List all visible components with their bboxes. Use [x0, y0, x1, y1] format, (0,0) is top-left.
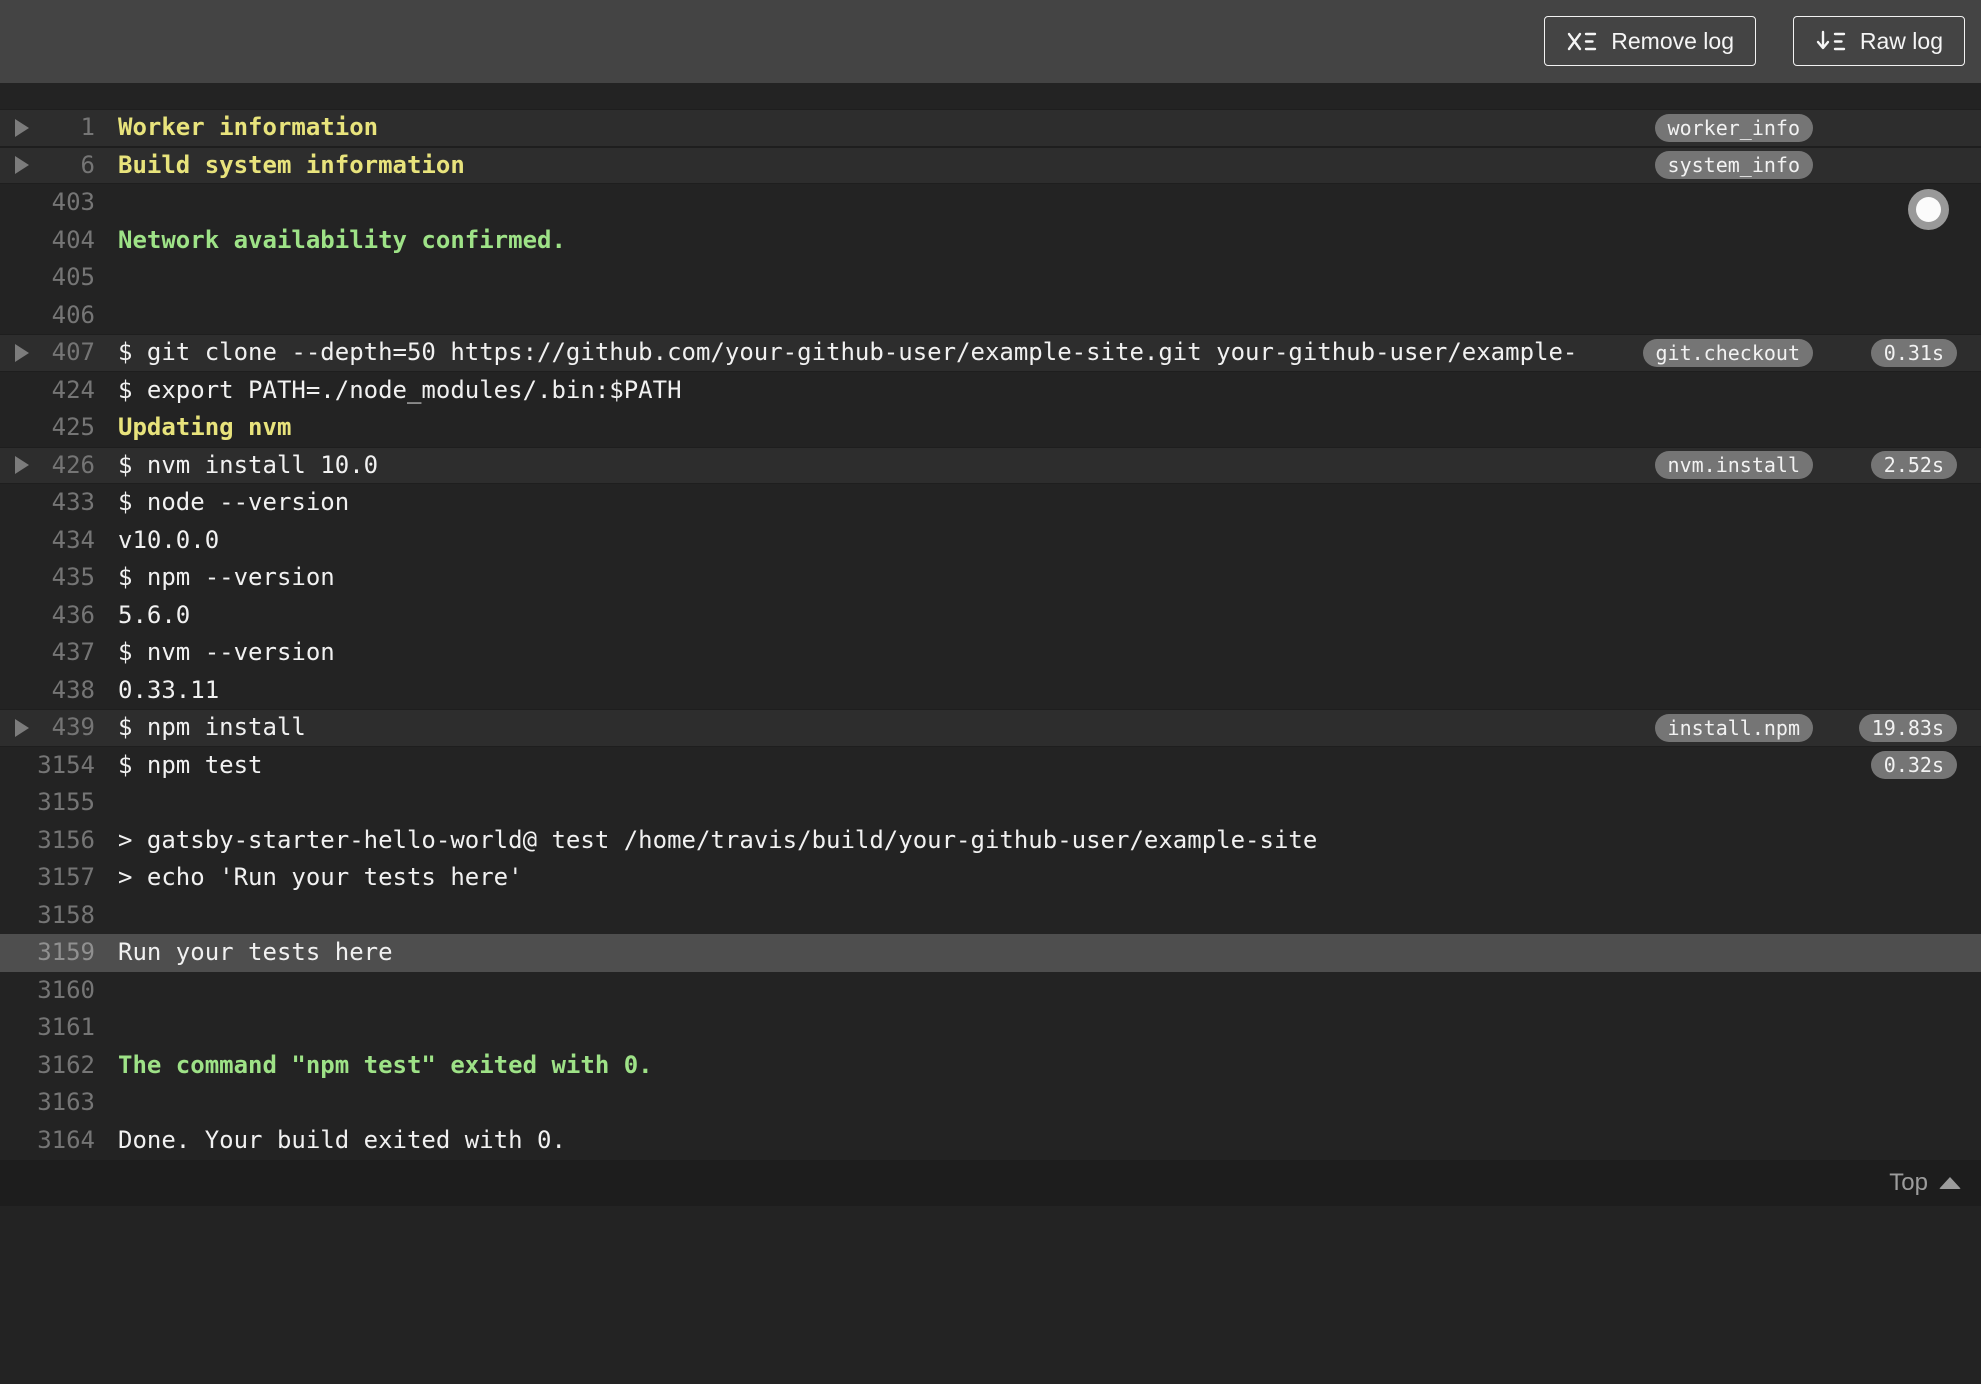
log-row: 3156 > gatsby-starter-hello-world@ test …	[0, 822, 1981, 860]
log-row: 3154 $ npm test 0.32s	[0, 747, 1981, 785]
log-row: 3155	[0, 784, 1981, 822]
line-text: $ npm install	[118, 713, 306, 741]
line-text: $ export PATH=./node_modules/.bin:$PATH	[118, 375, 682, 404]
line-number[interactable]: 3162	[0, 1047, 95, 1085]
line-text: 5.6.0	[118, 600, 191, 629]
log-row: 3158	[0, 897, 1981, 935]
line-text: The command "npm test" exited with 0.	[118, 1050, 653, 1079]
line-number[interactable]: 437	[0, 634, 95, 672]
log-row: 3160	[0, 972, 1981, 1010]
log-row: 3162 The command "npm test" exited with …	[0, 1047, 1981, 1085]
line-text: Worker information	[118, 113, 379, 141]
line-number[interactable]: 3160	[0, 972, 95, 1010]
remove-log-icon	[1566, 29, 1598, 54]
log-row: 439 $ npm install install.npm 19.83s	[0, 709, 1981, 747]
log-row: 3159 Run your tests here	[0, 934, 1981, 972]
line-text: $ git clone --depth=50 https://github.co…	[118, 338, 1578, 366]
duration-badge: 2.52s	[1870, 451, 1957, 480]
line-text: Updating nvm	[118, 413, 292, 441]
build-log: 1 Worker information worker_info 6 Build…	[0, 83, 1981, 1159]
raw-log-icon	[1815, 29, 1847, 54]
scroll-to-top-link[interactable]: Top	[1889, 1169, 1961, 1197]
line-number[interactable]: 424	[0, 372, 95, 410]
remove-log-button[interactable]: Remove log	[1544, 16, 1756, 66]
line-number[interactable]: 404	[0, 222, 95, 260]
line-text: > gatsby-starter-hello-world@ test /home…	[118, 825, 1318, 854]
line-text: Done. Your build exited with 0.	[118, 1125, 566, 1154]
chevron-up-icon	[1939, 1177, 1961, 1189]
line-number[interactable]: 425	[0, 409, 95, 447]
line-text: > echo 'Run your tests here'	[118, 863, 523, 891]
log-row: 1 Worker information worker_info	[0, 109, 1981, 147]
log-row: 3161	[0, 1009, 1981, 1047]
remove-log-label: Remove log	[1611, 27, 1734, 54]
line-number[interactable]: 436	[0, 597, 95, 635]
line-number[interactable]: 3155	[0, 784, 95, 822]
log-row: 6 Build system information system_info	[0, 146, 1981, 185]
line-number[interactable]: 426	[0, 447, 95, 485]
log-row: 435 $ npm --version	[0, 559, 1981, 597]
tag-badge: system_info	[1654, 151, 1813, 180]
line-number[interactable]: 6	[0, 147, 95, 185]
line-number[interactable]: 3157	[0, 859, 95, 897]
log-row: 424 $ export PATH=./node_modules/.bin:$P…	[0, 372, 1981, 410]
log-row: 438 0.33.11	[0, 672, 1981, 710]
log-toolbar: Remove log Raw log	[0, 0, 1981, 83]
duration-badge: 0.32s	[1870, 751, 1957, 780]
line-text: Run your tests here	[118, 938, 393, 966]
log-row: 426 $ nvm install 10.0 nvm.install 2.52s	[0, 446, 1981, 485]
line-text: $ nvm install 10.0	[118, 450, 379, 479]
tag-badge: nvm.install	[1654, 451, 1813, 480]
line-number[interactable]: 406	[0, 297, 95, 335]
tag-badge: install.npm	[1654, 713, 1813, 742]
line-text: $ npm test	[118, 750, 263, 779]
line-number[interactable]: 405	[0, 259, 95, 297]
log-row: 3164 Done. Your build exited with 0.	[0, 1122, 1981, 1160]
log-row: 433 $ node --version	[0, 484, 1981, 522]
log-footer: Top	[0, 1160, 1981, 1206]
log-row: 407 $ git clone --depth=50 https://githu…	[0, 334, 1981, 372]
top-label: Top	[1889, 1169, 1928, 1196]
duration-badge: 19.83s	[1858, 713, 1957, 742]
log-row: 406	[0, 297, 1981, 335]
log-row: 425 Updating nvm	[0, 409, 1981, 447]
raw-log-label: Raw log	[1859, 27, 1943, 54]
tag-badge: git.checkout	[1642, 338, 1813, 367]
line-text: Build system information	[118, 150, 465, 179]
log-row: 404 Network availability confirmed.	[0, 222, 1981, 260]
log-row: 3163	[0, 1084, 1981, 1122]
line-number[interactable]: 403	[0, 184, 95, 222]
line-number[interactable]: 433	[0, 484, 95, 522]
log-row: 437 $ nvm --version	[0, 634, 1981, 672]
duration-badge: 0.31s	[1870, 338, 1957, 367]
line-number[interactable]: 3164	[0, 1122, 95, 1160]
tag-badge: worker_info	[1654, 113, 1813, 142]
line-number[interactable]: 3154	[0, 747, 95, 785]
line-number[interactable]: 435	[0, 559, 95, 597]
raw-log-button[interactable]: Raw log	[1792, 16, 1965, 66]
line-number[interactable]: 439	[0, 709, 95, 747]
line-number[interactable]: 438	[0, 672, 95, 710]
log-row: 405	[0, 259, 1981, 297]
line-number[interactable]: 407	[0, 334, 95, 372]
line-number[interactable]: 3161	[0, 1009, 95, 1047]
log-row: 434 v10.0.0	[0, 522, 1981, 560]
line-text: $ nvm --version	[118, 638, 335, 666]
line-number[interactable]: 3159	[0, 934, 95, 972]
line-number[interactable]: 3158	[0, 897, 95, 935]
line-number[interactable]: 1	[0, 109, 95, 147]
line-text: Network availability confirmed.	[118, 225, 566, 254]
line-number[interactable]: 3163	[0, 1084, 95, 1122]
log-row: 3157 > echo 'Run your tests here'	[0, 859, 1981, 897]
line-number[interactable]: 434	[0, 522, 95, 560]
line-text: 0.33.11	[118, 675, 220, 704]
line-number[interactable]: 3156	[0, 822, 95, 860]
log-row: 436 5.6.0	[0, 597, 1981, 635]
log-row: 403	[0, 184, 1981, 222]
line-text: $ npm --version	[118, 563, 335, 591]
line-text: v10.0.0	[118, 525, 220, 554]
line-text: $ node --version	[118, 488, 350, 516]
